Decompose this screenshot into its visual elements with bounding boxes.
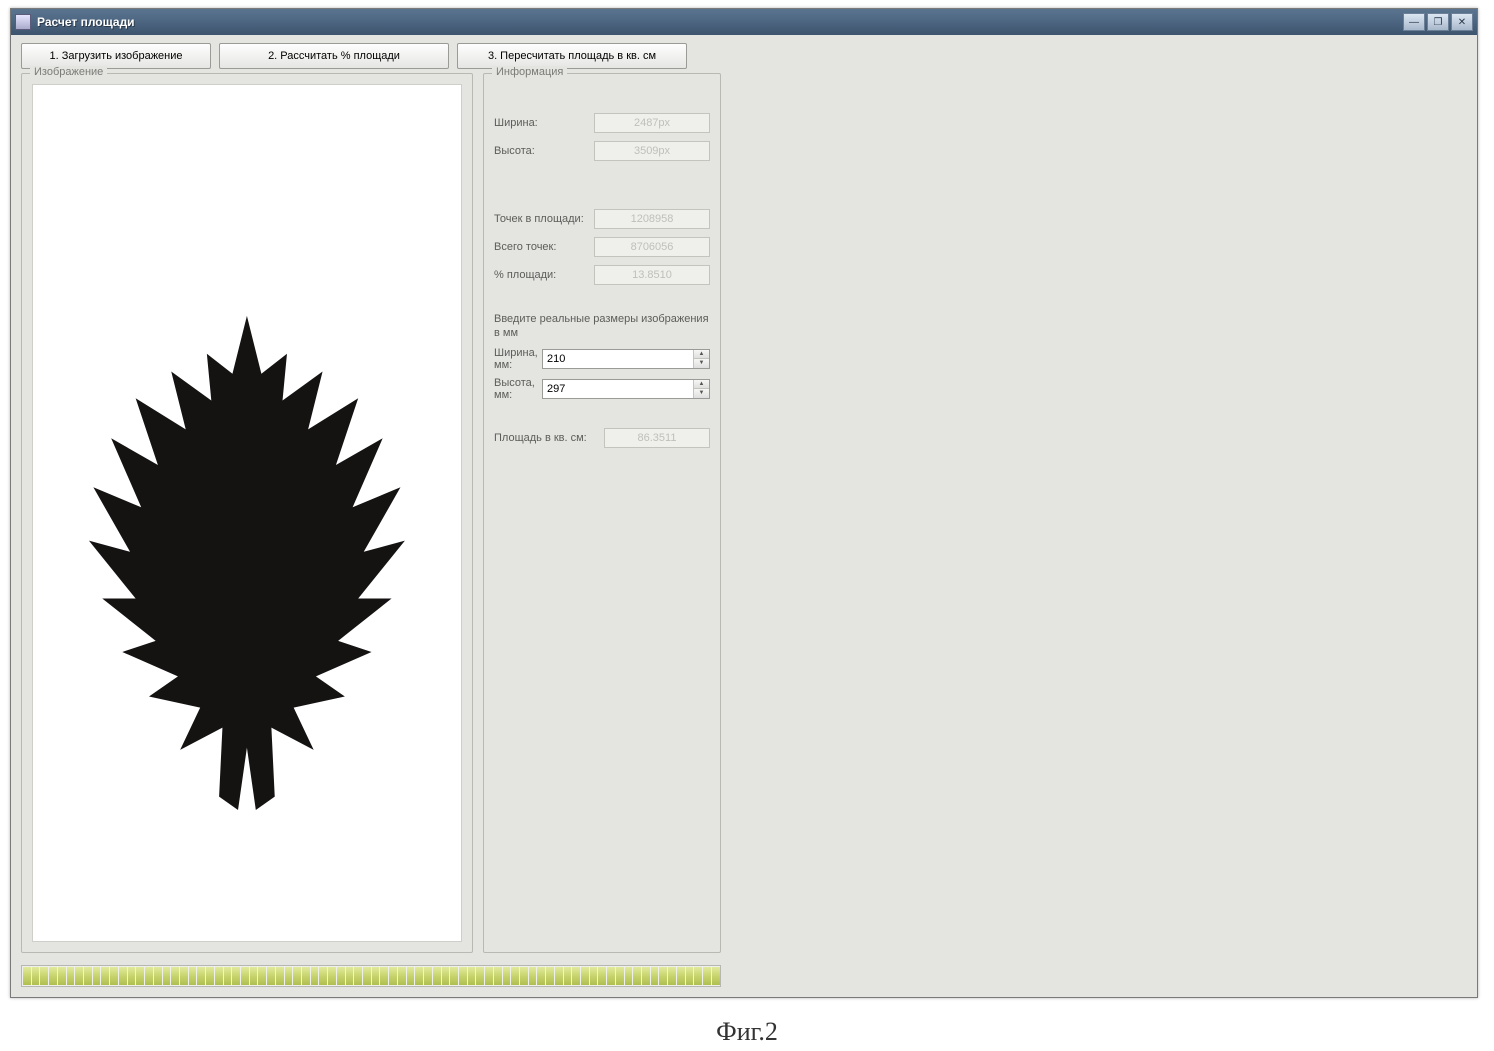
row-height: Высота: 3509px: [494, 140, 710, 162]
image-panel-title: Изображение: [30, 66, 107, 78]
row-width: Ширина: 2487px: [494, 112, 710, 134]
height-mm-input[interactable]: [543, 380, 693, 398]
info-panel: Информация Ширина: 2487px Высота: 3509px…: [483, 73, 721, 953]
row-width-mm: Ширина, мм: ▲ ▼: [494, 347, 710, 371]
image-panel: Изображение: [21, 73, 473, 953]
close-button[interactable]: ✕: [1451, 13, 1473, 31]
row-height-mm: Высота, мм: ▲ ▼: [494, 377, 710, 401]
width-value: 2487px: [594, 113, 710, 133]
height-mm-down-button[interactable]: ▼: [694, 389, 709, 398]
app-window: Расчет площади — ❐ ✕ 1. Загрузить изобра…: [10, 8, 1478, 998]
row-points-in-area: Точек в площади: 1208958: [494, 208, 710, 230]
row-total-points: Всего точек: 8706056: [494, 236, 710, 258]
area-label: Площадь в кв. см:: [494, 432, 604, 444]
calc-percent-button[interactable]: 2. Рассчитать % площади: [219, 43, 449, 69]
leaf-image: [80, 307, 414, 819]
total-points-label: Всего точек:: [494, 241, 594, 253]
percent-label: % площади:: [494, 269, 594, 281]
progress-bar: [21, 965, 721, 987]
image-canvas: [32, 84, 462, 942]
height-mm-spinner[interactable]: ▲ ▼: [542, 379, 710, 399]
area-value: 86.3511: [604, 428, 710, 448]
height-value: 3509px: [594, 141, 710, 161]
width-mm-spinner[interactable]: ▲ ▼: [542, 349, 710, 369]
window-title: Расчет площади: [37, 15, 1403, 29]
maximize-button[interactable]: ❐: [1427, 13, 1449, 31]
window-controls: — ❐ ✕: [1403, 13, 1473, 31]
width-mm-down-button[interactable]: ▼: [694, 359, 709, 368]
percent-value: 13.8510: [594, 265, 710, 285]
width-mm-up-button[interactable]: ▲: [694, 350, 709, 360]
width-mm-label: Ширина, мм:: [494, 347, 542, 371]
minimize-button[interactable]: —: [1403, 13, 1425, 31]
row-area: Площадь в кв. см: 86.3511: [494, 427, 710, 449]
app-icon: [15, 14, 31, 30]
real-size-section-label: Введите реальные размеры изображения в м…: [494, 312, 710, 341]
toolbar: 1. Загрузить изображение 2. Рассчитать %…: [21, 43, 1467, 69]
width-label: Ширина:: [494, 117, 594, 129]
height-label: Высота:: [494, 145, 594, 157]
height-mm-up-button[interactable]: ▲: [694, 380, 709, 390]
titlebar[interactable]: Расчет площади — ❐ ✕: [11, 9, 1477, 35]
client-area: 1. Загрузить изображение 2. Рассчитать %…: [11, 35, 1477, 997]
info-panel-title: Информация: [492, 66, 567, 78]
row-percent: % площади: 13.8510: [494, 264, 710, 286]
total-points-value: 8706056: [594, 237, 710, 257]
height-mm-label: Высота, мм:: [494, 377, 542, 401]
figure-caption: Фиг.2: [0, 1017, 1494, 1047]
width-mm-input[interactable]: [543, 350, 693, 368]
points-in-area-label: Точек в площади:: [494, 213, 594, 225]
points-in-area-value: 1208958: [594, 209, 710, 229]
